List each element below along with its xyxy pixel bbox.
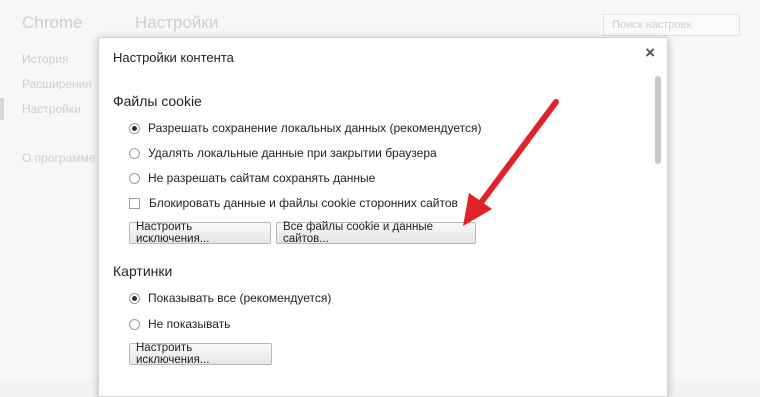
images-heading: Картинки [113, 263, 173, 279]
all-cookies-button[interactable]: Все файлы cookie и данные сайтов... [276, 221, 476, 245]
images-option-hide[interactable]: Не показывать [129, 316, 230, 332]
nav-active-marker [0, 98, 4, 120]
cookie-option-clear-on-exit[interactable]: Удалять локальные данные при закрытии бр… [129, 145, 437, 161]
radio-button[interactable] [129, 172, 140, 184]
option-label: Не показывать [148, 317, 231, 331]
block-third-party-checkbox-row[interactable]: Блокировать данные и файлы cookie сторон… [129, 195, 458, 211]
radio-button[interactable] [129, 318, 140, 330]
radio-button[interactable] [129, 122, 140, 134]
cookie-exceptions-button[interactable]: Настроить исключения... [129, 221, 271, 245]
nav-item-about[interactable]: О программе [22, 151, 95, 165]
checkbox[interactable] [129, 197, 140, 209]
dialog-title: Настройки контента [113, 50, 234, 65]
settings-search-input[interactable]: Поиск настроек [603, 14, 740, 36]
radio-button[interactable] [129, 147, 140, 159]
option-label: Разрешать сохранение локальных данных (р… [148, 121, 482, 135]
close-icon[interactable]: × [645, 43, 655, 63]
nav-item-history[interactable]: История [22, 52, 69, 66]
radio-button[interactable] [129, 292, 140, 304]
app-brand: Chrome [22, 13, 83, 32]
nav-item-settings[interactable]: Настройки [22, 102, 81, 116]
images-option-show-all[interactable]: Показывать все (рекомендуется) [129, 290, 331, 306]
option-label: Не разрешать сайтам сохранять данные [148, 171, 376, 185]
dialog-scrollbar[interactable] [655, 76, 661, 164]
cookie-option-block[interactable]: Не разрешать сайтам сохранять данные [129, 170, 375, 186]
option-label: Удалять локальные данные при закрытии бр… [148, 146, 437, 160]
checkbox-label: Блокировать данные и файлы cookie сторон… [149, 196, 458, 210]
cookies-heading: Файлы cookie [113, 93, 202, 109]
cookie-option-allow[interactable]: Разрешать сохранение локальных данных (р… [129, 120, 481, 136]
nav-item-extensions[interactable]: Расширения [22, 77, 92, 91]
content-settings-dialog: Настройки контента × Файлы cookie Разреш… [98, 37, 668, 397]
option-label: Показывать все (рекомендуется) [148, 291, 332, 305]
page-title: Настройки [135, 13, 219, 32]
images-exceptions-button[interactable]: Настроить исключения... [129, 342, 272, 366]
